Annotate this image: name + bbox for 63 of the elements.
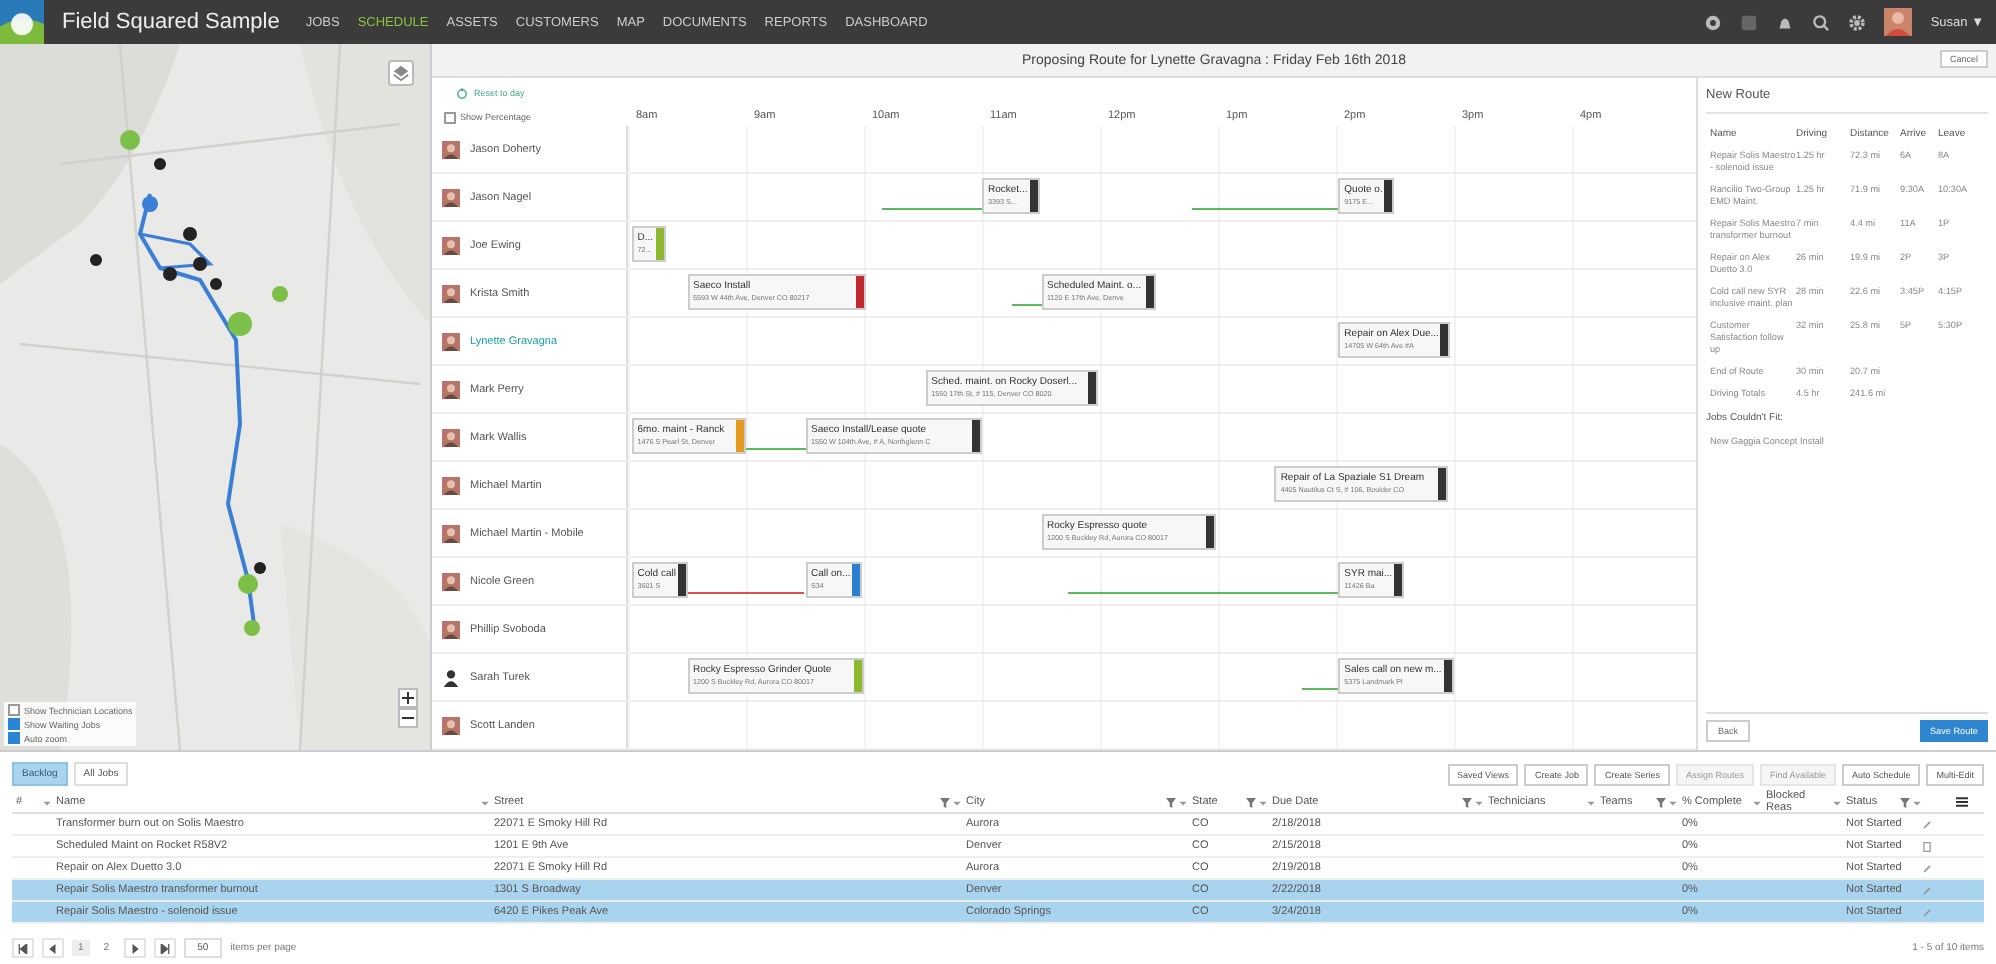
caret-icon[interactable] — [1586, 797, 1596, 807]
avatar-icon — [442, 139, 460, 159]
avatar-icon — [442, 475, 460, 495]
caret-icon[interactable] — [1912, 797, 1922, 807]
menu-icon[interactable] — [1956, 796, 1968, 808]
caret-icon[interactable] — [1258, 797, 1268, 807]
caret-icon[interactable] — [42, 797, 52, 807]
checkbox[interactable] — [8, 718, 20, 730]
document-icon[interactable] — [1922, 841, 1932, 851]
filter-icon[interactable] — [940, 797, 950, 807]
person-icon — [442, 667, 460, 687]
logo-icon — [0, 0, 44, 44]
caret-icon[interactable] — [1832, 797, 1842, 807]
zoom-out-button[interactable] — [398, 708, 418, 728]
pencil-icon[interactable] — [1922, 819, 1932, 829]
app-title: Field Squared Sample — [62, 10, 280, 34]
triangle-left-icon — [48, 943, 58, 953]
search-icon[interactable] — [1812, 13, 1831, 31]
caret-icon[interactable] — [1752, 797, 1762, 807]
layers-icon — [392, 64, 410, 82]
minus-icon — [402, 712, 414, 724]
triangle-right-icon — [129, 943, 140, 953]
caret-icon[interactable] — [952, 797, 962, 807]
avatar-icon — [442, 331, 460, 351]
filter-icon[interactable] — [1166, 797, 1176, 807]
caret-icon[interactable] — [1668, 797, 1678, 807]
avatar-icon — [442, 427, 460, 447]
avatar-icon — [442, 235, 460, 255]
caret-icon[interactable] — [480, 797, 490, 807]
last-page-icon — [159, 943, 170, 953]
checkbox[interactable] — [444, 111, 456, 123]
layers-button[interactable] — [388, 60, 414, 86]
bell-icon[interactable] — [1776, 13, 1795, 31]
plus-icon — [402, 692, 414, 704]
caret-icon[interactable] — [1178, 797, 1188, 807]
filter-icon[interactable] — [1900, 797, 1910, 807]
circle-icon[interactable] — [1704, 13, 1723, 31]
avatar-icon — [442, 187, 460, 207]
caret-icon[interactable] — [1474, 797, 1484, 807]
avatar-icon — [442, 715, 460, 735]
pencil-icon[interactable] — [1922, 885, 1932, 895]
checkbox[interactable] — [8, 704, 20, 716]
pencil-icon[interactable] — [1922, 863, 1932, 873]
avatar-icon[interactable] — [1884, 8, 1913, 36]
zoom-in-button[interactable] — [398, 688, 418, 708]
first-page-button[interactable] — [12, 938, 34, 958]
last-page-button[interactable] — [153, 938, 176, 958]
reset-icon — [456, 87, 468, 99]
square-icon[interactable] — [1740, 13, 1759, 31]
avatar-icon — [442, 379, 460, 399]
filter-icon[interactable] — [1656, 797, 1666, 807]
filter-icon[interactable] — [1246, 797, 1256, 807]
filter-icon[interactable] — [1462, 797, 1472, 807]
previous-page-button[interactable] — [42, 938, 64, 958]
next-page-button[interactable] — [123, 938, 146, 958]
avatar-icon — [442, 571, 460, 591]
checkbox[interactable] — [8, 732, 20, 744]
avatar-icon — [442, 619, 460, 639]
pencil-icon[interactable] — [1922, 907, 1932, 917]
settings-icon[interactable] — [1848, 13, 1867, 31]
avatar-icon — [442, 523, 460, 543]
avatar-icon — [442, 283, 460, 303]
first-page-icon — [18, 943, 28, 953]
